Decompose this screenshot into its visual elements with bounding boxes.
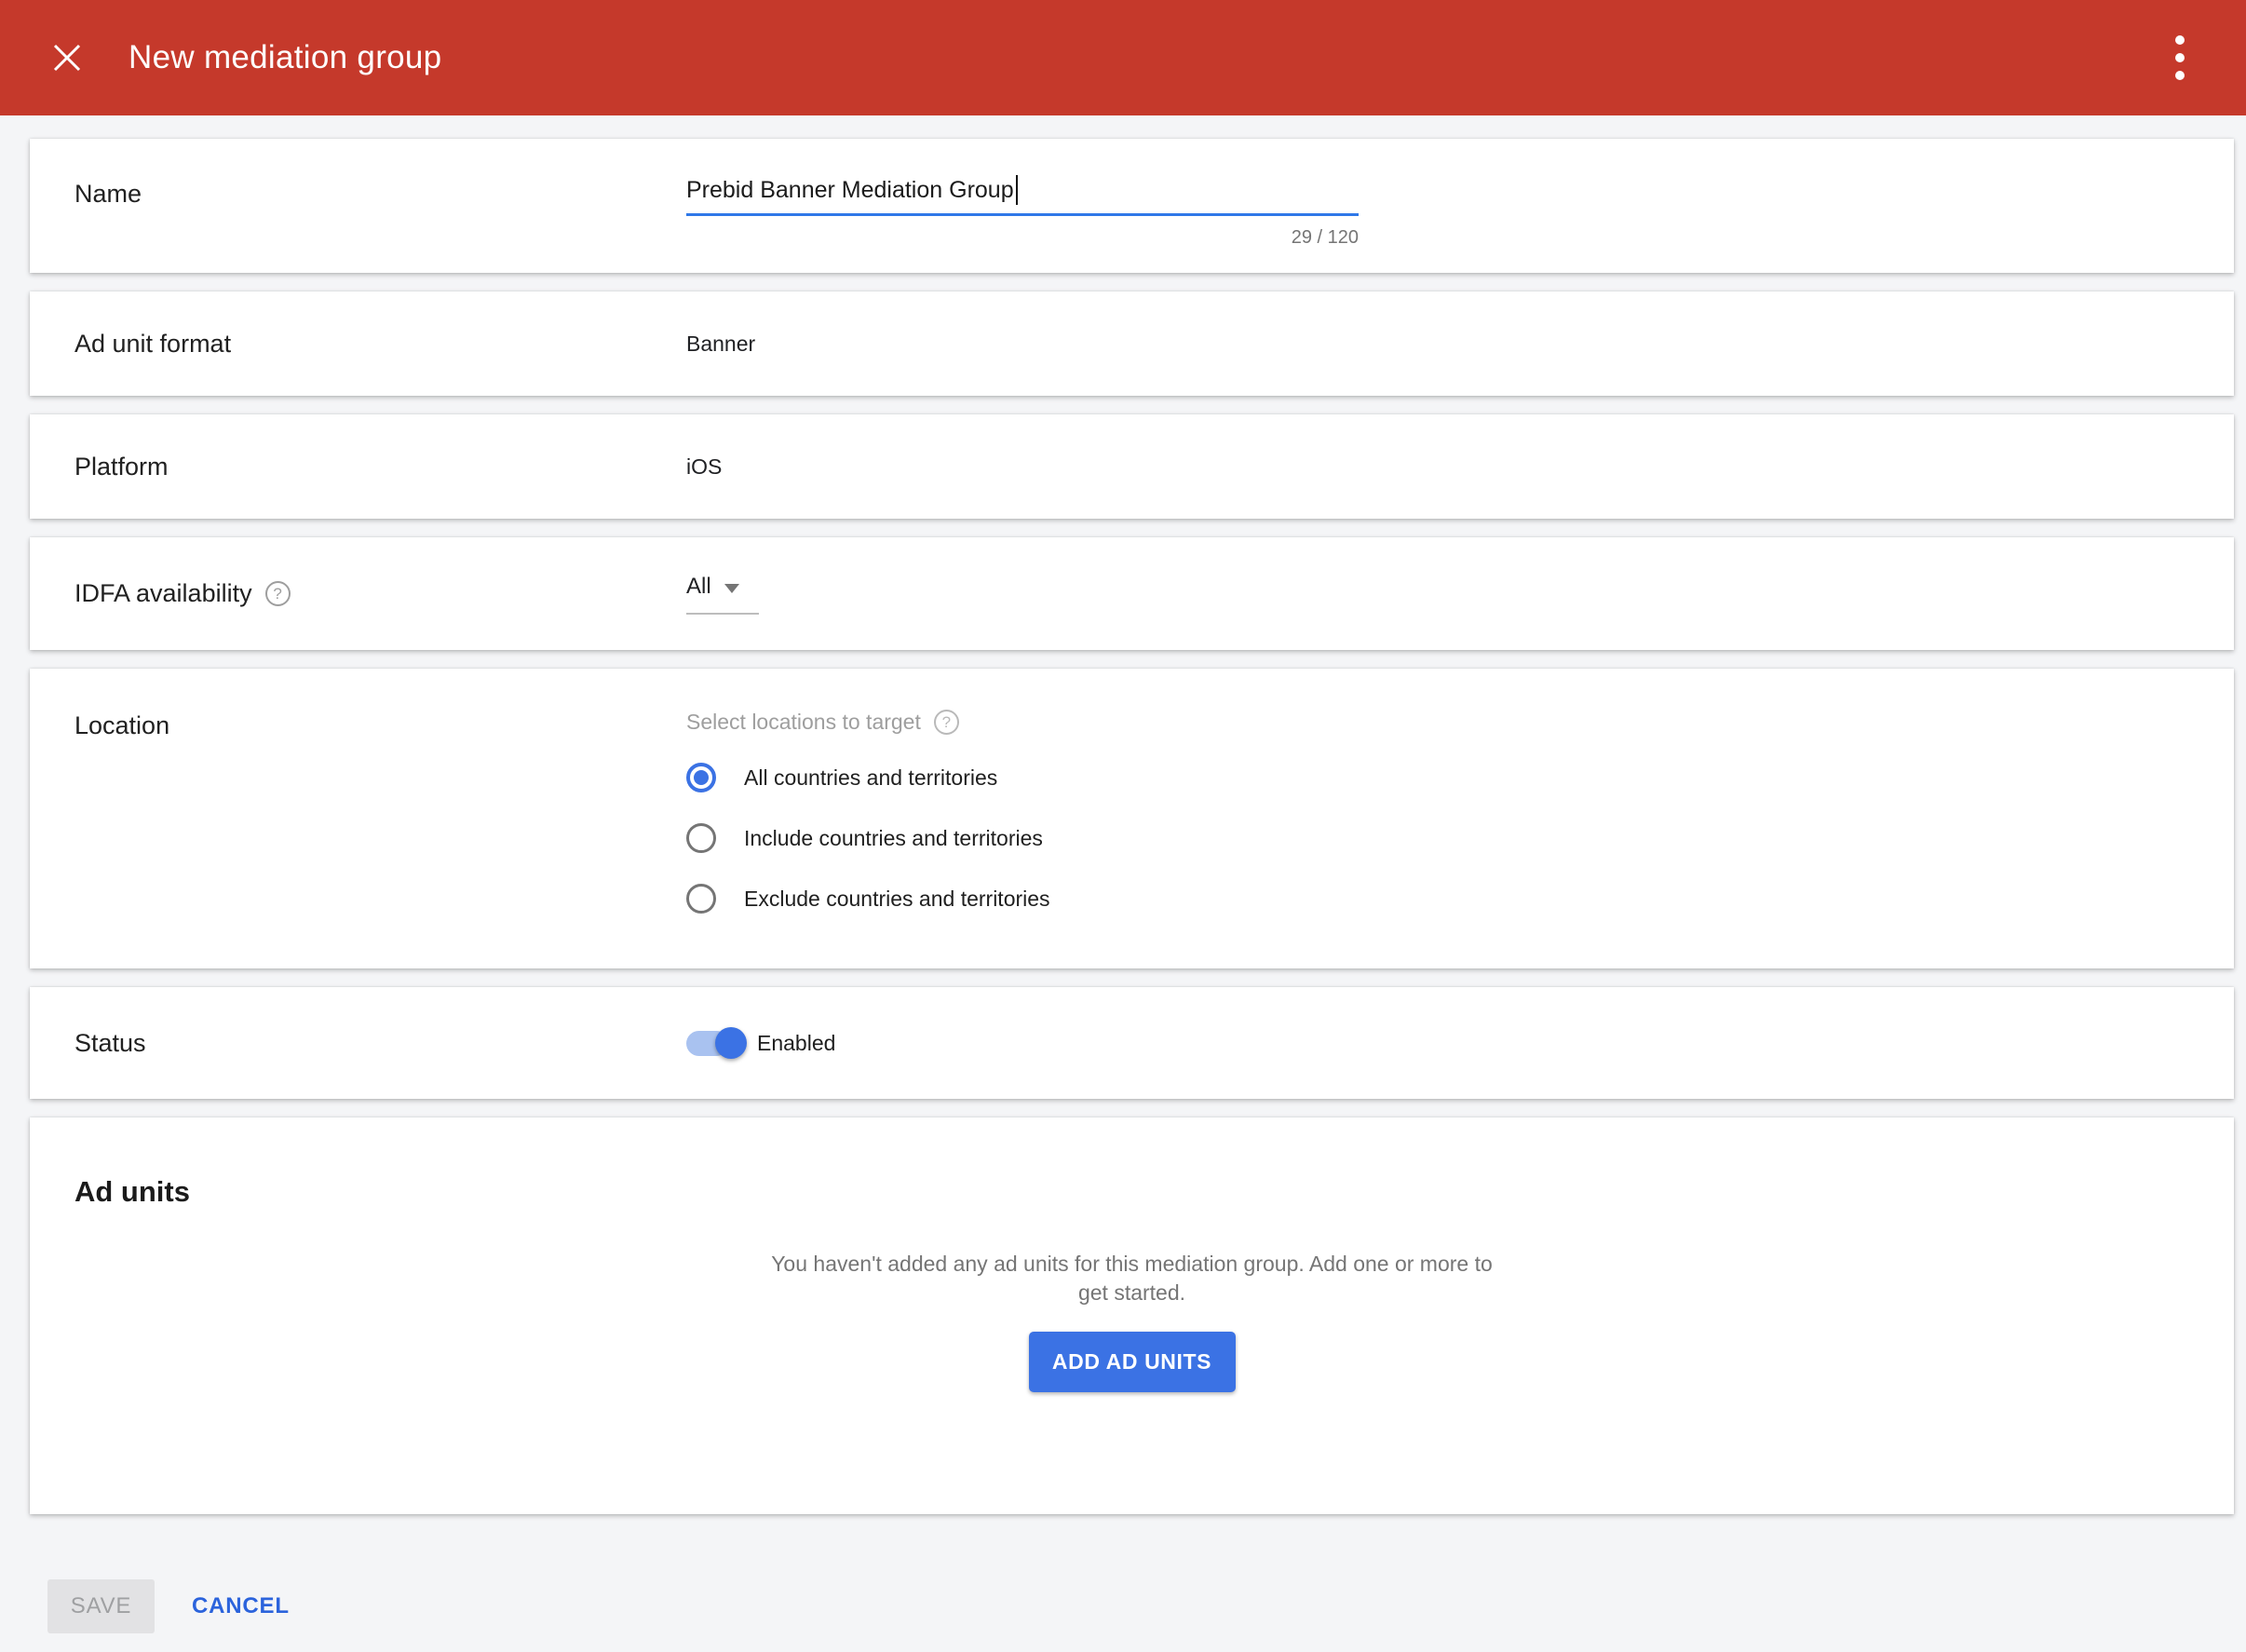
ad-unit-format-card: Ad unit format Banner (30, 291, 2234, 396)
idfa-label-wrap: IDFA availability ? (30, 579, 686, 608)
location-body: Select locations to target ? All countri… (686, 669, 1050, 968)
toggle-track-icon (686, 1031, 729, 1056)
ad-units-card: Ad units You haven't added any ad units … (30, 1117, 2234, 1514)
radio-label: All countries and territories (744, 765, 997, 791)
toggle-knob-icon (715, 1027, 747, 1059)
status-card: Status Enabled (30, 987, 2234, 1099)
char-counter: 29 / 120 (686, 227, 1359, 249)
location-label: Location (30, 669, 686, 968)
form-body: Name Prebid Banner Mediation Group 29 / … (0, 115, 2246, 1514)
radio-label: Exclude countries and territories (744, 887, 1050, 912)
name-card: Name Prebid Banner Mediation Group 29 / … (30, 139, 2234, 273)
kebab-menu-icon[interactable] (2168, 28, 2192, 88)
status-label: Status (30, 1029, 686, 1058)
name-input-underline (686, 213, 1359, 216)
save-button[interactable]: SAVE (47, 1579, 155, 1633)
idfa-label: IDFA availability (74, 579, 252, 608)
radio-unselected-icon (686, 823, 716, 853)
page-title: New mediation group (129, 39, 441, 76)
add-ad-units-button[interactable]: ADD AD UNITS (1029, 1332, 1236, 1392)
ad-units-empty-state: You haven't added any ad units for this … (30, 1209, 2234, 1392)
idfa-help-icon[interactable]: ? (265, 581, 291, 606)
platform-card: Platform iOS (30, 414, 2234, 519)
ad-units-heading: Ad units (30, 1117, 2234, 1209)
idfa-select-underline (686, 613, 759, 615)
name-label: Name (30, 139, 686, 273)
radio-exclude-countries[interactable]: Exclude countries and territories (686, 884, 1050, 914)
radio-all-countries[interactable]: All countries and territories (686, 763, 1050, 792)
target-prompt-wrap: Select locations to target ? (686, 710, 1050, 735)
name-input[interactable]: Prebid Banner Mediation Group (686, 172, 1359, 208)
location-radio-group: All countries and territories Include co… (686, 763, 1050, 914)
location-card: Location Select locations to target ? Al… (30, 669, 2234, 968)
name-field-wrap: Prebid Banner Mediation Group 29 / 120 (686, 139, 1359, 273)
idfa-card: IDFA availability ? All (30, 537, 2234, 650)
cancel-button[interactable]: CANCEL (192, 1593, 290, 1619)
ad-unit-format-value: Banner (686, 332, 755, 357)
app-bar: New mediation group (0, 0, 2246, 115)
idfa-selected-value: All (686, 574, 711, 600)
ad-unit-format-label: Ad unit format (30, 330, 686, 359)
platform-label: Platform (30, 453, 686, 481)
location-help-icon[interactable]: ? (934, 710, 959, 735)
target-prompt: Select locations to target (686, 710, 921, 735)
status-toggle[interactable]: Enabled (686, 1031, 835, 1056)
close-icon[interactable] (47, 37, 88, 78)
status-value: Enabled (757, 1031, 835, 1056)
radio-label: Include countries and territories (744, 826, 1043, 851)
radio-include-countries[interactable]: Include countries and territories (686, 823, 1050, 853)
radio-unselected-icon (686, 884, 716, 914)
text-caret (1016, 175, 1018, 205)
name-input-value: Prebid Banner Mediation Group (686, 177, 1014, 204)
form-footer: SAVE CANCEL (0, 1579, 2246, 1633)
dropdown-caret-icon (724, 584, 739, 593)
platform-value: iOS (686, 454, 722, 480)
ad-units-empty-text: You haven't added any ad units for this … (760, 1250, 1505, 1307)
radio-selected-icon (686, 763, 716, 792)
idfa-select[interactable]: All (686, 574, 759, 615)
